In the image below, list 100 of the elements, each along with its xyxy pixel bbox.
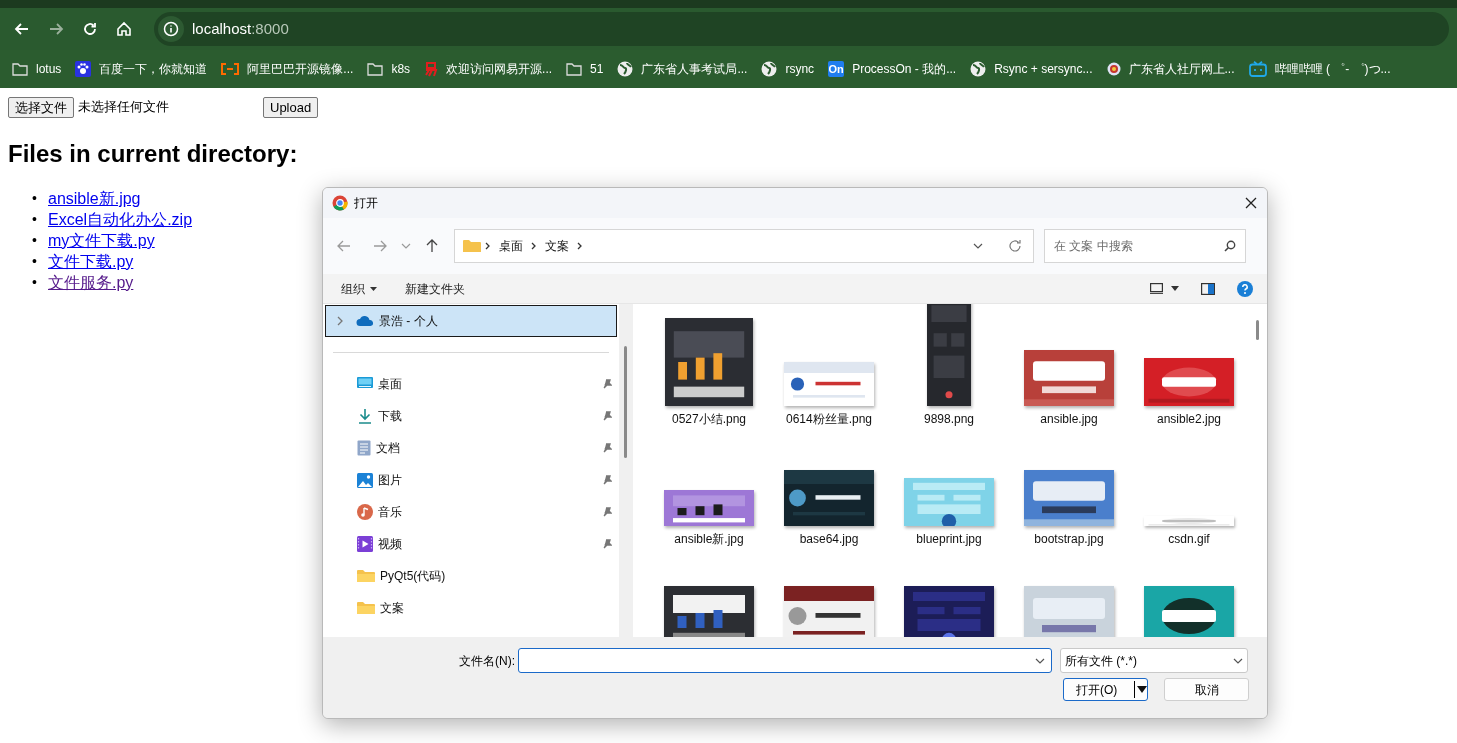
bullet: • [32, 231, 38, 250]
sidebar-item[interactable]: 桌面 [325, 368, 617, 400]
bookmark[interactable]: rsync [761, 55, 815, 83]
bullet: • [32, 273, 38, 292]
bookmark[interactable]: lotus [12, 55, 62, 83]
bookmark[interactable]: On ProcessOn - 我的... [828, 55, 957, 83]
squiggle-icon [424, 61, 439, 77]
app-badge: On [828, 61, 845, 77]
file-type-dropdown[interactable]: 所有文件 (*.*) [1060, 648, 1248, 673]
sidebar-item[interactable]: PyQt5(代码) [325, 560, 617, 592]
paw-icon [75, 61, 92, 77]
pin-icon[interactable] [602, 539, 612, 549]
file-name[interactable]: bootstrap.jpg [1034, 530, 1104, 548]
new-folder-button[interactable]: 新建文件夹 [405, 279, 465, 298]
image-icon [357, 472, 373, 488]
sidebar-item[interactable]: 文案 [325, 592, 617, 624]
chevron-down-icon[interactable] [973, 241, 983, 251]
upload-button[interactable]: Upload [263, 96, 319, 118]
close-icon[interactable] [1245, 197, 1257, 209]
folder-icon [566, 62, 583, 76]
back-icon[interactable] [14, 21, 30, 37]
sidebar-item[interactable]: 下载 [325, 400, 617, 432]
file-name[interactable]: 0614粉丝量.png [785, 410, 873, 428]
file-link[interactable]: ansible新.jpg [48, 188, 141, 209]
search-icon [1224, 240, 1236, 252]
file-name[interactable]: ansible.jpg [1040, 410, 1098, 428]
pin-icon[interactable] [602, 507, 612, 517]
help-icon[interactable] [1237, 280, 1253, 297]
search-field[interactable]: 在 文案 中搜索 [1044, 229, 1246, 263]
pin-icon[interactable] [602, 411, 612, 421]
file-link[interactable]: 文件下载.py [48, 251, 134, 272]
file-link[interactable]: Excel自动化办公.zip [48, 209, 193, 230]
open-button[interactable]: 打开(O) [1063, 678, 1148, 701]
view-icon[interactable] [1150, 283, 1163, 294]
globe-icon [617, 61, 634, 77]
caret-icon[interactable] [1171, 286, 1179, 291]
file-name[interactable]: 9898.png [923, 410, 975, 428]
bullet: • [32, 210, 38, 229]
reload-icon[interactable] [82, 21, 98, 37]
bookmark[interactable]: k8s [367, 55, 411, 83]
sidebar-item[interactable]: 景浩 - 个人 [325, 305, 617, 337]
file-name[interactable]: ansible新.jpg [674, 530, 744, 548]
file-name[interactable]: 0527小结.png [671, 410, 747, 428]
pin-icon[interactable] [602, 379, 612, 389]
bookmark[interactable]: 欢迎访问网易开源... [424, 55, 553, 83]
file-name[interactable]: base64.jpg [799, 530, 859, 548]
address-bar[interactable]: localhost:8000 [154, 12, 1449, 46]
path-bar[interactable]: 桌面 文案 [454, 229, 1034, 263]
file-name-field[interactable] [518, 648, 1052, 673]
file-name[interactable]: blueprint.jpg [916, 530, 982, 548]
no-file-label: 未选择任何文件 [78, 98, 170, 117]
pin-icon[interactable] [602, 475, 612, 485]
cloud-icon [356, 315, 374, 327]
up-arrow-icon[interactable] [425, 239, 439, 253]
home-icon[interactable] [116, 21, 132, 37]
folder-icon [367, 62, 384, 76]
organize-menu[interactable]: 组织 [341, 279, 377, 298]
scrollbar-thumb[interactable] [624, 346, 627, 458]
file-name[interactable]: csdn.gif [1168, 530, 1210, 548]
bookmark[interactable]: 广东省人社厅网上... [1106, 55, 1235, 83]
download-icon [357, 408, 373, 424]
sidebar-item[interactable]: 文档 [325, 432, 617, 464]
emblem-icon [1106, 62, 1121, 76]
folder-icon [463, 239, 481, 253]
bookmark[interactable]: 哔哩哔哩 ( ゜- ゜)つ... [1248, 55, 1391, 83]
sidebar-item[interactable]: 图片 [325, 464, 617, 496]
sidebar-item[interactable]: 音乐 [325, 496, 617, 528]
forward-icon[interactable] [373, 239, 387, 253]
page-heading: Files in current directory: [8, 140, 299, 168]
bookmark[interactable]: 阿里巴巴开源镜像... [221, 55, 354, 83]
folder-icon [357, 601, 375, 615]
breadcrumb-item[interactable]: 桌面 [495, 237, 527, 255]
music-icon [357, 504, 373, 520]
bookmark[interactable]: 百度一下，你就知道 [75, 55, 208, 83]
info-icon[interactable] [163, 21, 179, 37]
bullet: • [32, 189, 38, 208]
choose-file-button[interactable]: 选择文件 [8, 96, 74, 118]
file-link[interactable]: my文件下载.py [48, 230, 155, 251]
app-logo-icon [332, 195, 348, 211]
forward-icon[interactable] [48, 21, 64, 37]
desktop-icon [357, 377, 373, 391]
cancel-button[interactable]: 取消 [1164, 678, 1249, 701]
preview-pane-icon[interactable] [1201, 282, 1215, 295]
dialog-title: 打开 [354, 195, 378, 212]
caret-icon[interactable] [1137, 686, 1147, 693]
tv-icon [1248, 61, 1267, 77]
scrollbar-thumb[interactable] [1256, 320, 1259, 340]
globe-icon [970, 61, 987, 77]
bookmark[interactable]: 广东省人事考试局... [617, 55, 748, 83]
file-name[interactable]: ansible2.jpg [1156, 410, 1222, 428]
file-name-label: 文件名(N): [458, 652, 515, 670]
refresh-icon[interactable] [1008, 239, 1022, 253]
bookmark[interactable]: Rsync + sersync... [970, 55, 1093, 83]
globe-icon [761, 61, 778, 77]
bookmark[interactable]: 51 [566, 55, 604, 83]
folder-icon [12, 62, 28, 76]
breadcrumb-item[interactable]: 文案 [541, 237, 573, 255]
sidebar-item[interactable]: 视频 [325, 528, 617, 560]
file-link[interactable]: 文件服务.py [48, 272, 134, 293]
pin-icon[interactable] [602, 443, 612, 453]
